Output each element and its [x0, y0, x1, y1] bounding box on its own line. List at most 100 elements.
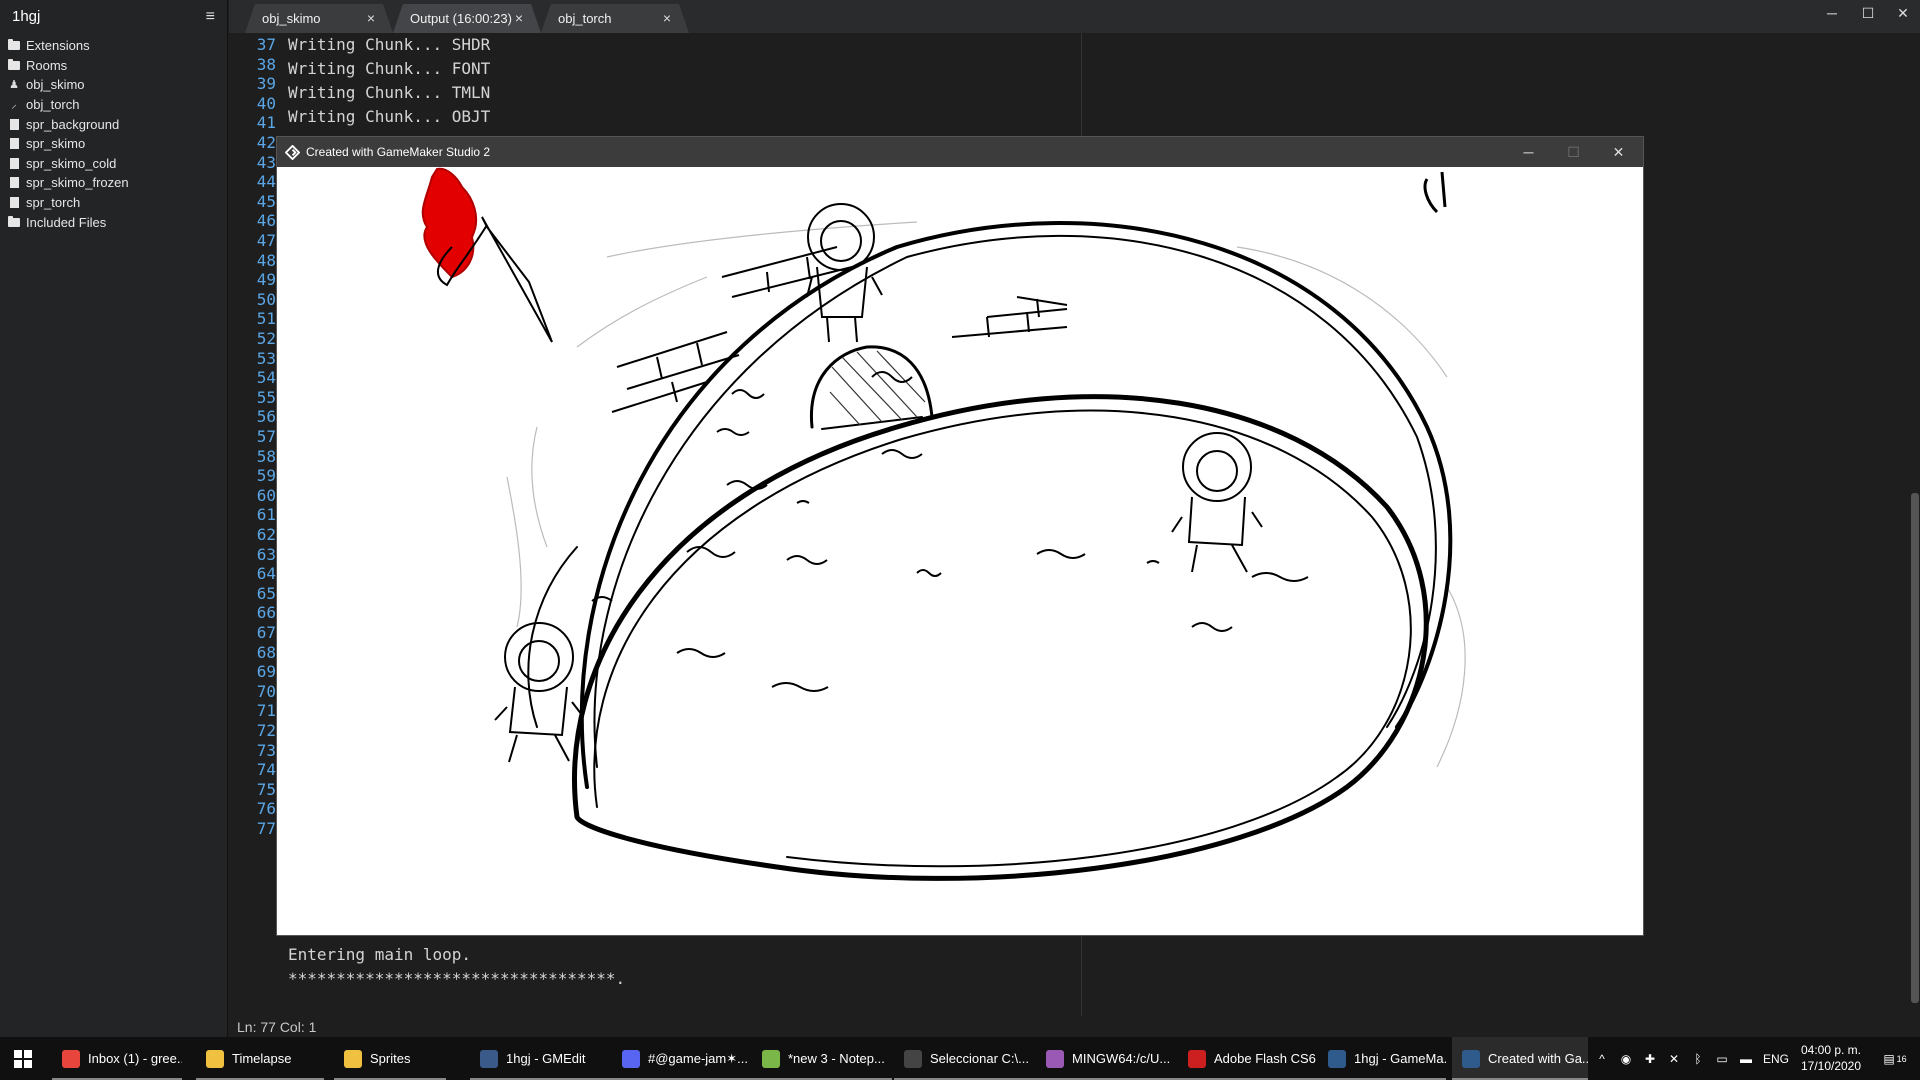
line-number: 65 — [256, 583, 276, 603]
code-line: Writing Chunk... FONT — [288, 59, 491, 78]
line-number: 72 — [256, 721, 276, 740]
console-icon — [904, 1049, 922, 1068]
hamburger-icon[interactable]: ≡ — [206, 8, 215, 26]
file-icon — [9, 157, 19, 169]
language-indicator[interactable]: ENG — [1758, 1052, 1794, 1066]
taskbar-item[interactable]: Sprites — [334, 1037, 446, 1080]
line-number: 51 — [256, 309, 276, 329]
tree-item-spr-torch[interactable]: spr_torch — [0, 193, 227, 213]
taskbar-item[interactable]: Adobe Flash CS6 — [1178, 1037, 1318, 1080]
line-number: 77 — [256, 819, 276, 838]
scrollbar-thumb[interactable] — [1911, 493, 1919, 1003]
igloo-bricks — [611, 246, 1068, 413]
tab-output[interactable]: Output (16:00:23) × — [393, 4, 541, 33]
tree-item-obj-torch[interactable]: ⸝ obj_torch — [0, 95, 227, 115]
taskbar-item[interactable]: Created with Ga... — [1452, 1037, 1588, 1080]
close-tab-icon[interactable]: × — [367, 10, 375, 26]
line-number: 44 — [256, 172, 276, 192]
clock-time: 04:00 p. m. — [1800, 1043, 1862, 1057]
maximize-icon[interactable]: ☐ — [1551, 137, 1596, 167]
gamemaker-icon — [285, 144, 300, 160]
system-tray: ^ ◉ ✚ ✕ ᛒ ▭ ▬ ENG — [1590, 1037, 1794, 1080]
taskbar-item[interactable]: #@game-jam✶... — [612, 1037, 752, 1080]
file-icon — [9, 118, 19, 130]
line-number: 37 — [256, 35, 276, 54]
background-sketch-strokes — [506, 221, 1466, 768]
network-icon[interactable]: ▭ — [1710, 1052, 1734, 1066]
taskbar-item-label: Inbox (1) - gree... — [88, 1051, 182, 1066]
eskimo-sprite-left — [494, 622, 583, 763]
tab-obj-skimo[interactable]: obj_skimo × — [245, 4, 393, 33]
discord-icon — [622, 1049, 640, 1068]
torch-sprite — [421, 167, 553, 343]
line-number: 43 — [256, 152, 276, 172]
taskbar-item[interactable]: MINGW64:/c/U... — [1036, 1037, 1178, 1080]
line-number: 60 — [256, 485, 276, 505]
line-number: 55 — [256, 387, 276, 407]
code-line: Writing Chunk... TMLN — [288, 83, 491, 102]
taskbar-item[interactable]: *new 3 - Notep... — [752, 1037, 892, 1080]
notification-count: 16 — [1896, 1053, 1907, 1064]
line-number: 63 — [256, 544, 276, 564]
clock[interactable]: 04:00 p. m. 17/10/2020 — [1796, 1042, 1866, 1074]
taskbar-item[interactable]: Seleccionar C:\... — [894, 1037, 1036, 1080]
taskbar: Inbox (1) - gree... Timelapse Sprites 1hgj … — [0, 1037, 1920, 1080]
folder-icon — [8, 215, 20, 227]
taskbar-item[interactable]: Inbox (1) - gree... — [52, 1037, 182, 1080]
minimize-icon[interactable]: ─ — [1506, 137, 1551, 167]
notification-center[interactable]: ▤ 16 — [1872, 1037, 1918, 1080]
discord-tray-icon[interactable]: ◉ — [1614, 1052, 1638, 1066]
gamepad-icon[interactable]: ✚ — [1638, 1052, 1662, 1066]
windows-logo-icon — [14, 1049, 32, 1068]
line-number: 49 — [256, 270, 276, 290]
taskbar-item-label: Adobe Flash CS6 — [1214, 1051, 1316, 1066]
tree-item-spr-skimo-frozen[interactable]: spr_skimo_frozen — [0, 173, 227, 193]
chevron-up-icon[interactable]: ^ — [1590, 1052, 1614, 1066]
code-line: Writing Chunk... SHDR — [288, 35, 491, 54]
folder-icon — [8, 39, 20, 51]
taskbar-item-label: Sprites — [370, 1051, 411, 1066]
game-window-title: Created with GameMaker Studio 2 — [306, 145, 491, 159]
game-canvas[interactable] — [277, 167, 1643, 935]
tree-item-included-files[interactable]: Included Files — [0, 212, 227, 232]
folder-icon — [344, 1049, 362, 1068]
taskbar-item-label: Created with Ga... — [1488, 1051, 1588, 1066]
taskbar-item[interactable]: 1hgj - GMEdit — [470, 1037, 612, 1080]
close-tab-icon[interactable]: × — [515, 10, 523, 26]
line-number: 73 — [256, 740, 276, 760]
close-tab-icon[interactable]: × — [663, 10, 671, 26]
taskbar-item-label: 1hgj - GMEdit — [506, 1051, 586, 1066]
gmedit-icon — [480, 1049, 498, 1068]
close-icon[interactable]: ✕ — [1882, 0, 1920, 26]
tab-bar: obj_skimo × Output (16:00:23) × obj_torc… — [229, 0, 1920, 33]
line-number: 50 — [256, 289, 276, 309]
taskbar-item[interactable]: 1hgj - GameMa... — [1318, 1037, 1446, 1080]
battery-icon[interactable]: ▬ — [1734, 1052, 1758, 1066]
tree-item-spr-background[interactable]: spr_background — [0, 114, 227, 134]
line-number: 53 — [256, 348, 276, 368]
tree-item-spr-skimo[interactable]: spr_skimo — [0, 134, 227, 154]
tree-item-spr-skimo-cold[interactable]: spr_skimo_cold — [0, 154, 227, 174]
game-window-titlebar[interactable]: Created with GameMaker Studio 2 ─ ☐ ✕ — [277, 137, 1643, 167]
git-icon — [1046, 1049, 1064, 1068]
tab-obj-torch[interactable]: obj_torch × — [541, 4, 689, 33]
taskbar-item-label: #@game-jam✶... — [648, 1050, 748, 1066]
clock-date: 17/10/2020 — [1800, 1059, 1862, 1073]
bluetooth-icon[interactable]: ᛒ — [1686, 1052, 1710, 1066]
folder-icon — [206, 1049, 224, 1068]
line-number: 69 — [256, 662, 276, 682]
taskbar-item-label: MINGW64:/c/U... — [1072, 1051, 1171, 1066]
tree-item-obj-skimo[interactable]: ♟ obj_skimo — [0, 75, 227, 95]
line-number: 38 — [256, 54, 276, 74]
close-icon[interactable]: ✕ — [1596, 137, 1641, 167]
game-window[interactable]: Created with GameMaker Studio 2 ─ ☐ ✕ — [277, 137, 1643, 935]
tree-item-rooms[interactable]: Rooms — [0, 56, 227, 76]
line-number: 42 — [256, 133, 276, 152]
offscreen-sprite-edge — [1423, 171, 1447, 214]
taskbar-item[interactable]: Timelapse — [196, 1037, 324, 1080]
volume-muted-icon[interactable]: ✕ — [1662, 1052, 1686, 1066]
project-title[interactable]: 1hgj — [12, 8, 40, 25]
notification-icon: ▤ — [1883, 1051, 1895, 1066]
tree-item-extensions[interactable]: Extensions — [0, 36, 227, 56]
start-button[interactable] — [0, 1037, 46, 1080]
